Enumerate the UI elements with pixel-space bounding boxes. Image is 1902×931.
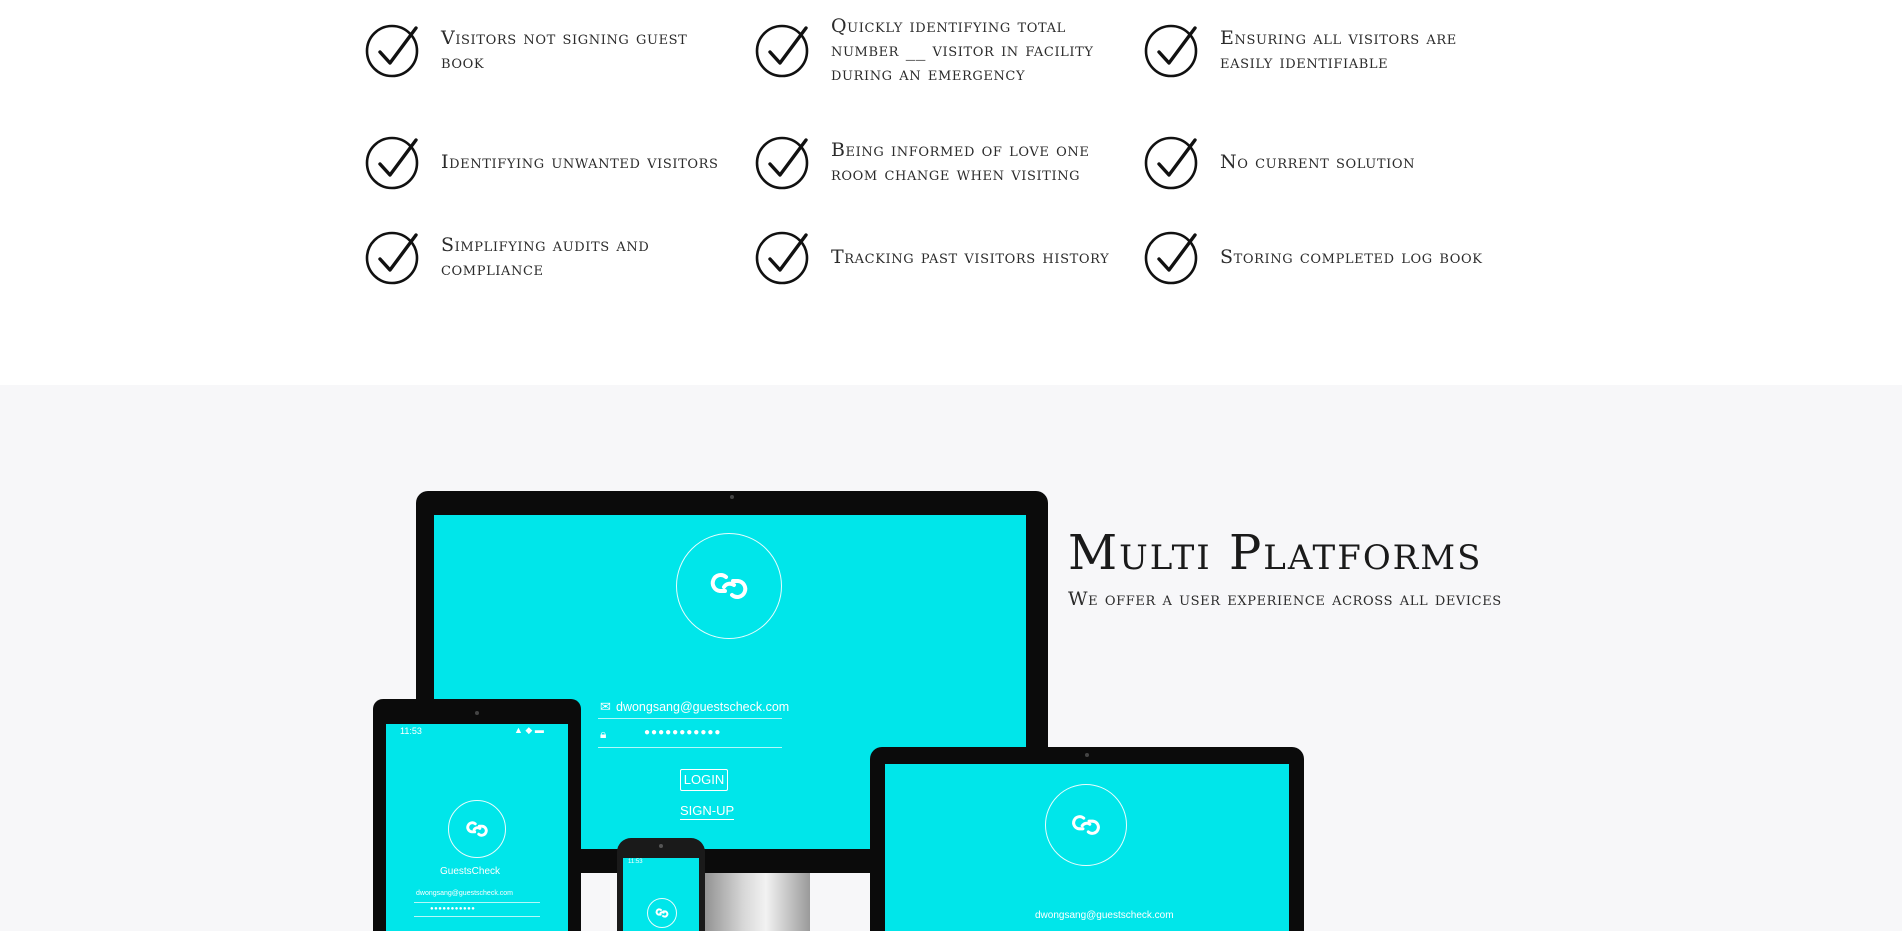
- laptop-mockup: dwongsang@guestscheck.com: [870, 747, 1304, 931]
- login-button[interactable]: LOGIN: [680, 769, 728, 791]
- feature-text: Visitors not signing guest book: [441, 27, 688, 73]
- feature-text: Identifying unwanted visitors: [441, 151, 719, 173]
- status-icons: ▲ ◆ ▬: [514, 725, 544, 735]
- feature-text: Being informed of love one room change w…: [831, 139, 1090, 185]
- password-value: ●●●●●●●●●●●: [644, 727, 722, 738]
- link-icon: [710, 573, 748, 599]
- email-underline: [598, 718, 782, 719]
- check-circle-icon: [1144, 22, 1200, 78]
- check-circle-icon: [1144, 134, 1200, 190]
- feature-item: Tracking past visitors history: [755, 227, 1115, 287]
- check-circle-icon: [755, 22, 811, 78]
- phone-screen: 11:53: [623, 858, 699, 931]
- check-circle-icon: [1144, 229, 1200, 285]
- app-logo: [448, 800, 506, 858]
- status-time: 11:53: [400, 726, 422, 736]
- check-circle-icon: [755, 229, 811, 285]
- features-section: Visitors not signing guest book Quickly …: [0, 0, 1902, 385]
- platforms-section: Multi Platforms We offer a user experien…: [0, 385, 1902, 931]
- feature-item: Simplifying audits and compliance: [365, 227, 725, 287]
- feature-text: Tracking past visitors history: [831, 246, 1110, 268]
- feature-item: Storing completed log book: [1144, 227, 1504, 287]
- link-icon: [1072, 815, 1100, 835]
- check-circle-icon: [755, 134, 811, 190]
- lock-icon: 🔒︎: [600, 727, 607, 741]
- section-subtitle: We offer a user experience across all de…: [1068, 588, 1502, 610]
- email-icon: ✉: [600, 699, 611, 714]
- check-circle-icon: [365, 229, 421, 285]
- section-title: Multi Platforms: [1068, 525, 1483, 581]
- email-value: dwongsang@guestscheck.com: [1035, 910, 1174, 921]
- camera-dot: [475, 711, 479, 715]
- link-icon: [466, 821, 488, 837]
- feature-item: No current solution: [1144, 132, 1504, 192]
- feature-item: Ensuring all visitors are easily identif…: [1144, 20, 1504, 80]
- check-circle-icon: [365, 134, 421, 190]
- camera-dot: [730, 495, 734, 499]
- monitor-stand: [700, 867, 810, 931]
- laptop-screen: dwongsang@guestscheck.com: [885, 764, 1289, 931]
- email-value: dwongsang@guestscheck.com: [616, 700, 790, 714]
- email-underline: [414, 902, 540, 903]
- feature-text: Simplifying audits and compliance: [441, 234, 650, 280]
- feature-text: Quickly identifying total number __ visi…: [831, 15, 1094, 85]
- app-logo: [1045, 784, 1127, 866]
- signup-link[interactable]: SIGN-UP: [680, 803, 735, 820]
- status-time: 11:53: [628, 859, 643, 865]
- check-circle-icon: [365, 22, 421, 78]
- tablet-mockup: 11:53 ▲ ◆ ▬ GuestsCheck dwongsang@guests…: [373, 699, 581, 931]
- camera-dot: [659, 844, 663, 848]
- phone-mockup: 11:53: [617, 838, 705, 931]
- app-logo: [676, 533, 782, 639]
- feature-text: Ensuring all visitors are easily identif…: [1220, 27, 1457, 73]
- feature-item: Being informed of love one room change w…: [755, 132, 1115, 192]
- feature-item: Identifying unwanted visitors: [365, 132, 725, 192]
- tablet-screen: 11:53 ▲ ◆ ▬ GuestsCheck dwongsang@guests…: [386, 724, 568, 931]
- app-name: GuestsCheck: [440, 866, 501, 877]
- camera-dot: [1085, 753, 1089, 757]
- password-underline: [414, 916, 540, 917]
- feature-item: Visitors not signing guest book: [365, 20, 725, 80]
- link-icon: [655, 908, 669, 918]
- app-logo: [647, 898, 677, 928]
- feature-text: No current solution: [1220, 151, 1416, 173]
- password-value: ●●●●●●●●●●●: [430, 906, 476, 912]
- feature-item: Quickly identifying total number __ visi…: [755, 15, 1115, 85]
- email-value: dwongsang@guestscheck.com: [416, 890, 513, 897]
- password-underline: [598, 747, 782, 748]
- feature-text: Storing completed log book: [1220, 246, 1483, 268]
